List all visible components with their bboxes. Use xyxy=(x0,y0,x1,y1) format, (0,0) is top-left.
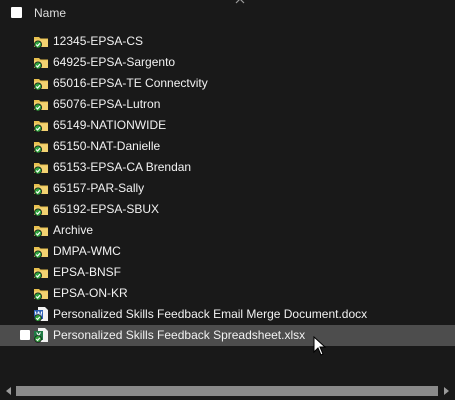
list-item[interactable]: 65149-NATIONWIDE xyxy=(0,115,455,136)
mouse-cursor-icon xyxy=(313,336,327,356)
item-label: DMPA-WMC xyxy=(53,244,121,258)
folder-icon xyxy=(34,205,48,217)
item-label: Archive xyxy=(53,223,94,237)
item-label: 65192-EPSA-SBUX xyxy=(53,202,160,216)
item-label: 65153-EPSA-CA Brendan xyxy=(53,160,192,174)
item-label: EPSA-ON-KR xyxy=(53,286,128,300)
item-label: 12345-EPSA-CS xyxy=(53,34,144,48)
horizontal-scrollbar[interactable] xyxy=(0,382,455,400)
list-item[interactable]: 12345-EPSA-CS xyxy=(0,31,455,52)
item-label: 65157-PAR-Sally xyxy=(53,181,145,195)
folder-icon xyxy=(34,79,48,91)
folder-icon xyxy=(34,58,48,70)
list-item[interactable]: 65076-EPSA-Lutron xyxy=(0,94,455,115)
column-header-name[interactable]: Name xyxy=(34,6,66,20)
word-doc-icon: W xyxy=(34,307,48,322)
item-label: 64925-EPSA-Sargento xyxy=(53,55,176,69)
item-label: 65076-EPSA-Lutron xyxy=(53,97,161,111)
sort-up-icon[interactable] xyxy=(235,0,245,5)
folder-icon xyxy=(34,100,48,112)
scroll-right-icon[interactable] xyxy=(441,386,451,396)
list-item[interactable]: 64925-EPSA-Sargento xyxy=(0,52,455,73)
folder-icon xyxy=(34,142,48,154)
column-header: Name xyxy=(0,0,455,26)
list-item[interactable]: DMPA-WMC xyxy=(0,241,455,262)
folder-icon xyxy=(34,184,48,196)
list-item[interactable]: W Personalized Skills Feedback Email Mer… xyxy=(0,304,455,325)
item-label: Personalized Skills Feedback Email Merge… xyxy=(53,307,368,321)
scrollbar-thumb[interactable] xyxy=(16,386,438,396)
item-label: EPSA-BNSF xyxy=(53,265,122,279)
select-all-checkbox[interactable] xyxy=(11,7,22,18)
list-item[interactable]: 65153-EPSA-CA Brendan xyxy=(0,157,455,178)
list-item[interactable]: 65150-NAT-Danielle xyxy=(0,136,455,157)
folder-icon xyxy=(34,289,48,301)
list-item[interactable]: EPSA-BNSF xyxy=(0,262,455,283)
file-explorer-pane: Name 12345-EPSA-CS 64925-EPSA-Sargento 6… xyxy=(0,0,455,400)
excel-sheet-icon: X xyxy=(34,328,48,343)
list-item[interactable]: X Personalized Skills Feedback Spreadshe… xyxy=(0,325,455,346)
scroll-left-icon[interactable] xyxy=(4,386,14,396)
folder-icon xyxy=(34,226,48,238)
folder-icon xyxy=(34,121,48,133)
row-checkbox[interactable] xyxy=(20,330,30,340)
list-item[interactable]: 65016-EPSA-TE Connectvity xyxy=(0,73,455,94)
list-item[interactable]: Archive xyxy=(0,220,455,241)
file-list: 12345-EPSA-CS 64925-EPSA-Sargento 65016-… xyxy=(0,31,455,346)
folder-icon xyxy=(34,268,48,280)
folder-icon xyxy=(34,37,48,49)
item-label: 65016-EPSA-TE Connectvity xyxy=(53,76,208,90)
list-item[interactable]: 65157-PAR-Sally xyxy=(0,178,455,199)
folder-icon xyxy=(34,163,48,175)
item-label: Personalized Skills Feedback Spreadsheet… xyxy=(53,328,306,342)
folder-icon xyxy=(34,247,48,259)
item-label: 65149-NATIONWIDE xyxy=(53,118,167,132)
list-item[interactable]: 65192-EPSA-SBUX xyxy=(0,199,455,220)
list-item[interactable]: EPSA-ON-KR xyxy=(0,283,455,304)
item-label: 65150-NAT-Danielle xyxy=(53,139,161,153)
